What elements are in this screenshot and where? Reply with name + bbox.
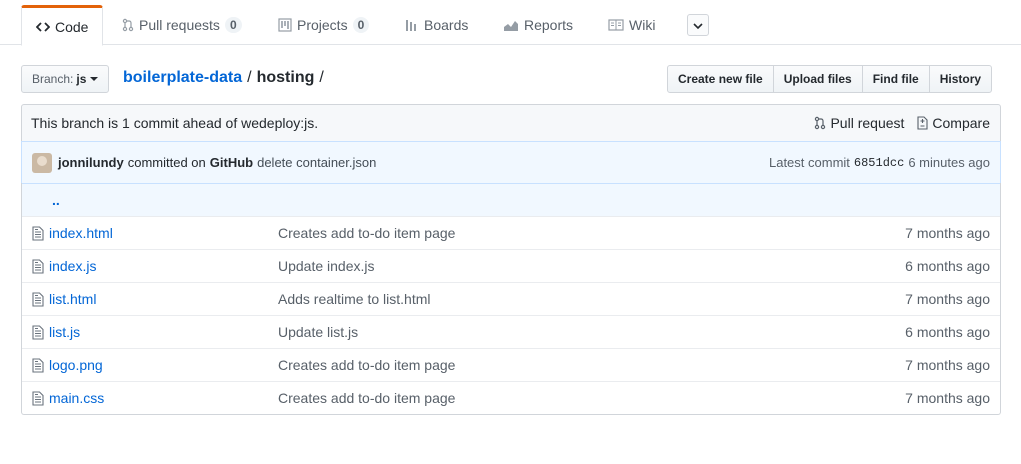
file-commit-message[interactable]: Update index.js	[278, 258, 880, 274]
table-row: list.js Update list.js 6 months ago	[22, 315, 1000, 348]
parent-directory-row[interactable]: ..	[22, 183, 1000, 216]
tab-wiki[interactable]: Wiki	[594, 5, 669, 45]
commit-author[interactable]: jonnilundy	[58, 155, 124, 170]
file-age: 7 months ago	[905, 390, 990, 406]
tab-projects[interactable]: Projects 0	[264, 5, 383, 45]
branch-infobar: This branch is 1 commit ahead of wedeplo…	[21, 104, 1001, 142]
tab-reports[interactable]: Reports	[489, 5, 587, 45]
tab-label: Wiki	[629, 17, 656, 33]
pull-request-label: Pull request	[830, 115, 905, 131]
file-commit-message[interactable]: Creates add to-do item page	[278, 225, 880, 241]
graph-icon	[503, 18, 519, 32]
file-icon	[22, 258, 49, 274]
tab-label: Boards	[424, 17, 469, 33]
commit-sha[interactable]: 6851dcc	[854, 156, 904, 170]
tab-boards[interactable]: Boards	[391, 5, 482, 45]
file-name-link[interactable]: list.js	[49, 324, 278, 340]
tab-label: Code	[55, 18, 89, 35]
upload-files-button[interactable]: Upload files	[772, 65, 863, 93]
pull-requests-counter: 0	[224, 17, 242, 33]
tab-code[interactable]: Code	[21, 5, 104, 46]
create-new-file-button[interactable]: Create new file	[667, 65, 774, 93]
branch-select-button[interactable]: Branch: js	[21, 65, 110, 93]
commit-message[interactable]: delete container.json	[257, 155, 376, 170]
table-row: list.html Adds realtime to list.html 7 mon…	[22, 282, 1000, 315]
projects-counter: 0	[352, 17, 370, 33]
file-age: 7 months ago	[905, 291, 990, 307]
file-icon	[22, 225, 49, 241]
tab-label: Reports	[524, 17, 574, 33]
project-icon	[278, 18, 292, 32]
pull-request-link[interactable]: Pull request	[814, 115, 904, 131]
commit-age: 6 minutes ago	[908, 155, 990, 170]
repo-tabnav: Code Pull requests 0 Projects 0 Boards R…	[0, 0, 1021, 46]
diff-icon	[917, 116, 928, 130]
commit-platform: GitHub	[209, 155, 254, 170]
more-tabs-button[interactable]	[687, 14, 709, 36]
branch-name: js	[76, 72, 87, 86]
book-icon	[608, 18, 624, 32]
file-commit-message[interactable]: Adds realtime to list.html	[278, 291, 880, 307]
breadcrumb: boilerplate-data / hosting /	[123, 68, 329, 88]
file-commit-message[interactable]: Update list.js	[278, 324, 880, 340]
compare-label: Compare	[932, 115, 990, 131]
branch-status-text: This branch is 1 commit ahead of wedeplo…	[31, 115, 319, 131]
breadcrumb-separator: /	[247, 69, 252, 86]
file-icon	[22, 291, 49, 307]
breadcrumb-current-folder: hosting	[256, 69, 315, 86]
tab-label: Pull requests	[139, 17, 220, 33]
file-icon	[22, 324, 49, 340]
latest-commit-label: Latest commit	[768, 155, 850, 170]
parent-directory-link[interactable]: ..	[52, 192, 60, 208]
chevron-down-icon	[693, 17, 703, 33]
history-button[interactable]: History	[928, 65, 993, 93]
file-icon	[22, 357, 49, 373]
tab-pull-requests[interactable]: Pull requests 0	[108, 5, 256, 45]
file-age: 6 months ago	[905, 258, 990, 274]
file-name-link[interactable]: list.html	[49, 291, 278, 307]
breadcrumb-repo-link[interactable]: boilerplate-data	[123, 69, 242, 86]
file-commit-message[interactable]: Creates add to-do item page	[278, 390, 880, 406]
file-age: 7 months ago	[905, 225, 990, 241]
file-name-link[interactable]: index.js	[49, 258, 278, 274]
boards-icon	[405, 18, 419, 32]
file-name-link[interactable]: index.html	[49, 225, 278, 241]
breadcrumb-separator: /	[319, 69, 324, 86]
file-actions: Create new file Upload files Find file H…	[667, 65, 993, 93]
branch-prefix: Branch:	[32, 72, 74, 86]
file-age: 6 months ago	[905, 324, 990, 340]
avatar[interactable]	[32, 152, 52, 173]
file-icon	[22, 390, 49, 406]
table-row: logo.png Creates add to-do item page 7 mon…	[22, 348, 1000, 381]
table-row: index.html Creates add to-do item page 7 m…	[22, 216, 1000, 249]
commit-verb: committed on	[127, 155, 206, 170]
caret-down-icon	[90, 77, 99, 81]
pull-request-icon	[122, 18, 134, 32]
code-icon	[36, 20, 50, 34]
file-list: .. index.html Creates add to-do item page…	[21, 183, 1001, 415]
latest-commit-bar: jonnilundy committed on GitHub delete co…	[21, 141, 1001, 184]
file-name-link[interactable]: main.css	[49, 390, 278, 406]
tab-label: Projects	[297, 17, 348, 33]
pull-request-icon	[815, 116, 826, 130]
compare-link[interactable]: Compare	[916, 115, 990, 131]
find-file-button[interactable]: Find file	[861, 65, 930, 93]
table-row: index.js Update index.js 6 months ago	[22, 249, 1000, 282]
file-name-link[interactable]: logo.png	[49, 357, 278, 373]
file-commit-message[interactable]: Creates add to-do item page	[278, 357, 880, 373]
table-row: main.css Creates add to-do item page 7 mon…	[22, 381, 1000, 414]
file-age: 7 months ago	[905, 357, 990, 373]
